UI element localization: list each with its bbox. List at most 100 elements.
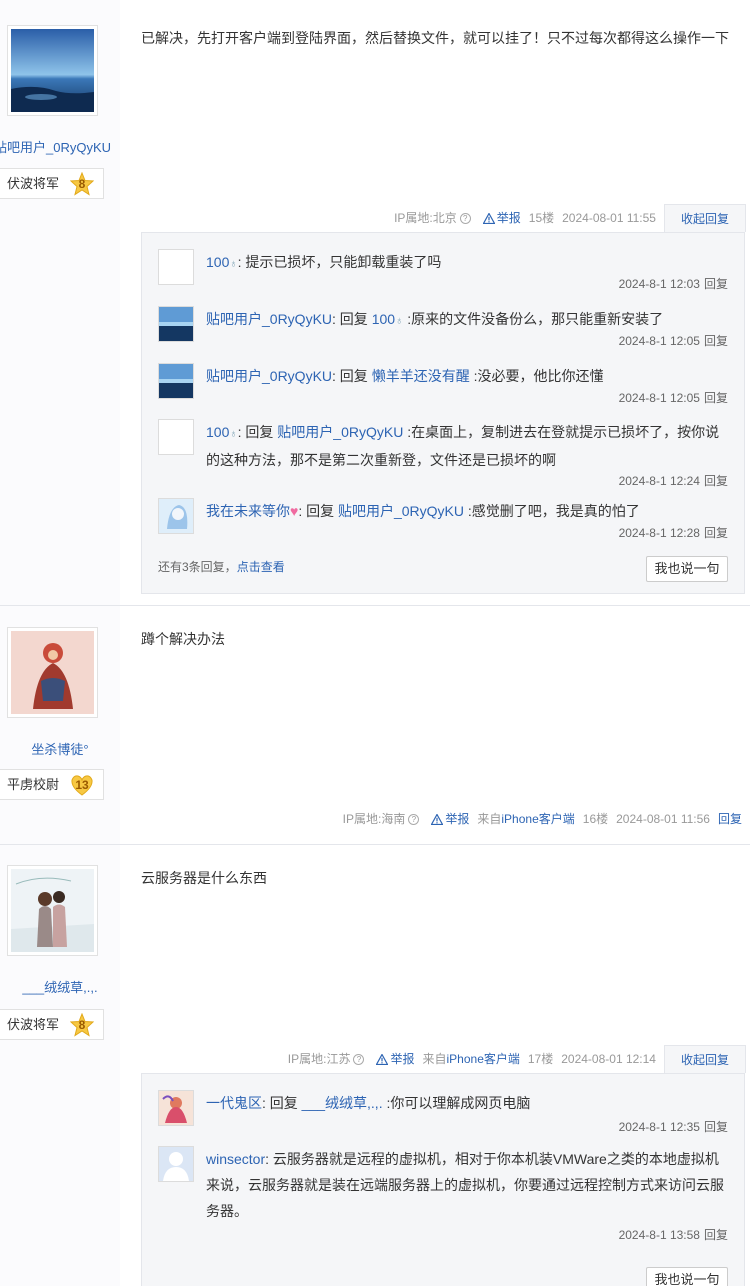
reply-avatar[interactable] — [158, 498, 194, 534]
reply-button[interactable]: 回复 — [704, 474, 728, 488]
reply-prefix: : 回复 — [332, 368, 372, 384]
level-number: 13 — [75, 778, 89, 792]
level-name: 平虏校尉 — [7, 777, 60, 792]
warning-triangle-icon — [375, 1053, 389, 1066]
reply-body: :感觉删了吧，我是真的怕了 — [464, 503, 640, 519]
heart-badge-icon: 13 — [70, 773, 94, 797]
reply-target[interactable]: 懒羊羊还没有醒 — [372, 368, 470, 384]
reply-time-row: 2024-8-1 12:24 回复 — [619, 472, 728, 489]
reply-avatar[interactable] — [158, 419, 194, 455]
source-client-link[interactable]: iPhone客户端 — [447, 1045, 520, 1073]
reply-author[interactable]: 一代鬼区 — [206, 1095, 262, 1111]
collapse-replies-button[interactable]: 收起回复 — [663, 204, 746, 232]
reply-author[interactable]: 贴吧用户_0RyQyKU — [206, 368, 332, 384]
level-badge[interactable]: 伏波将军 8 — [0, 168, 104, 199]
report-link[interactable]: 举报 — [430, 805, 469, 833]
report-label: 举报 — [496, 211, 521, 225]
list-item: 一代鬼区: 回复 ___绒绒草,.,. :你可以理解成网页电脑 2024-8-1… — [158, 1090, 728, 1142]
floor-number: 17楼 — [527, 1052, 554, 1066]
author-name[interactable]: ___绒绒草,.,. — [0, 977, 120, 996]
reply-button[interactable]: 回复 — [704, 1120, 728, 1134]
ip-location: IP属地:海南 — [342, 812, 406, 826]
source-client-link[interactable]: iPhone客户端 — [501, 805, 574, 833]
reply-author[interactable]: winsector — [206, 1151, 265, 1167]
say-something-button[interactable]: 我也说一句 — [646, 1267, 728, 1286]
post-meta: IP属地:海南? 举报 来自 iPhone客户端 16楼 2024-08-01 1… — [335, 805, 746, 833]
collapse-replies-button[interactable]: 收起回复 — [663, 1045, 746, 1073]
reply-time-row: 2024-8-1 13:58 回复 — [619, 1226, 728, 1243]
list-item: 100♁: 提示已损坏，只能卸载重装了吗 2024-8-1 12:03 回复 — [158, 249, 728, 301]
reply-button[interactable]: 回复 — [704, 391, 728, 405]
reply-time: 2024-8-1 12:35 — [618, 1120, 700, 1134]
avatar[interactable] — [7, 865, 98, 956]
reply-time: 2024-8-1 12:03 — [618, 277, 700, 291]
post-floor-15: 贴吧用户_0RyQyKU 伏波将军 8 已解决，先打开客户端到登陆界面，然后替换… — [0, 0, 750, 606]
avatar-lake-image — [11, 29, 94, 112]
question-circle-icon[interactable]: ? — [353, 1053, 365, 1065]
reply-text: 一代鬼区: 回复 ___绒绒草,.,. :你可以理解成网页电脑 — [206, 1090, 728, 1116]
avatar[interactable] — [7, 627, 98, 718]
ip-location: IP属地:江苏 — [287, 1052, 351, 1066]
reply-button[interactable]: 回复 — [704, 526, 728, 540]
reply-avatar[interactable] — [158, 249, 194, 285]
reply-target[interactable]: 贴吧用户_0RyQyKU — [338, 503, 464, 519]
reply-avatar[interactable] — [158, 306, 194, 342]
level-badge[interactable]: 伏波将军 8 — [0, 1009, 104, 1040]
avatar-couple-image — [11, 869, 94, 952]
question-circle-icon[interactable]: ? — [408, 813, 420, 825]
reply-author[interactable]: 100 — [206, 254, 229, 270]
level-badge[interactable]: 平虏校尉 13 — [0, 769, 104, 800]
reply-target[interactable]: ___绒绒草,.,. — [302, 1095, 383, 1111]
reply-target[interactable]: 100 — [372, 311, 395, 327]
reply-time-row: 2024-8-1 12:03 回复 — [619, 275, 728, 292]
list-item: 贴吧用户_0RyQyKU: 回复 100♁ :原来的文件没备份么，那只能重新安装… — [158, 306, 728, 358]
reply-time-row: 2024-8-1 12:35 回复 — [619, 1118, 728, 1135]
post-content: 云服务器是什么东西 — [141, 870, 267, 886]
reply-time: 2024-8-1 12:05 — [618, 391, 700, 405]
reply-author[interactable]: 贴吧用户_0RyQyKU — [206, 311, 332, 327]
reply-author[interactable]: 我在未来等你 — [206, 503, 290, 519]
reply-prefix: : 回复 — [262, 1095, 302, 1111]
report-label: 举报 — [390, 1052, 415, 1066]
reply-avatar[interactable] — [158, 363, 194, 399]
ring-icon: ♁ — [229, 258, 238, 270]
author-name[interactable]: 贴吧用户_0RyQyKU — [0, 137, 114, 156]
author-name[interactable]: 坐杀博徒° — [0, 739, 120, 758]
star-badge-icon: 8 — [69, 1012, 95, 1037]
reply-body: : 云服务器就是远程的虚拟机，相对于你本机装VMWare之类的本地虚拟机来说，云… — [206, 1151, 724, 1219]
list-item: 我在未来等你♥: 回复 贴吧用户_0RyQyKU :感觉删了吧，我是真的怕了 2… — [158, 498, 728, 550]
post-meta: IP属地:江苏? 举报 来自 iPhone客户端 17楼 2024-08-01 1… — [280, 1045, 746, 1073]
view-more-link[interactable]: 点击查看 — [237, 560, 285, 574]
reply-button[interactable]: 回复 — [718, 805, 742, 833]
reply-time: 2024-8-1 13:58 — [618, 1228, 700, 1242]
level-number: 8 — [78, 1018, 86, 1032]
more-replies-text: 还有3条回复， — [158, 560, 237, 574]
reply-panel: 100♁: 提示已损坏，只能卸载重装了吗 2024-8-1 12:03 回复 贴吧… — [141, 232, 745, 594]
reply-time: 2024-8-1 12:05 — [618, 334, 700, 348]
question-circle-icon[interactable]: ? — [459, 212, 471, 224]
more-replies: 还有3条回复，点击查看 — [158, 558, 285, 575]
reply-time: 2024-8-1 12:28 — [618, 526, 700, 540]
post-meta: IP属地:北京? 举报 15楼 2024-08-01 11:55 收起回复 — [386, 204, 746, 232]
reply-avatar[interactable] — [158, 1146, 194, 1182]
reply-author[interactable]: 100 — [206, 424, 229, 440]
reply-button[interactable]: 回复 — [704, 334, 728, 348]
post-floor-17: ___绒绒草,.,. 伏波将军 8 云服务器是什么东西 IP属地:江苏? 举报 … — [0, 845, 750, 1286]
avatar[interactable] — [7, 25, 98, 116]
reply-time-row: 2024-8-1 12:28 回复 — [619, 524, 728, 541]
reply-text: 贴吧用户_0RyQyKU: 回复 100♁ :原来的文件没备份么，那只能重新安装… — [206, 306, 728, 334]
reply-prefix: : 回复 — [298, 503, 338, 519]
report-link[interactable]: 举报 — [375, 1045, 415, 1073]
reply-target[interactable]: 贴吧用户_0RyQyKU — [277, 424, 403, 440]
star-badge-icon: 8 — [69, 171, 95, 196]
reply-time: 2024-8-1 12:24 — [618, 474, 700, 488]
list-item: 贴吧用户_0RyQyKU: 回复 懒羊羊还没有醒 :没必要，他比你还懂 2024… — [158, 363, 728, 415]
reply-button[interactable]: 回复 — [704, 277, 728, 291]
level-number: 8 — [78, 177, 86, 191]
reply-prefix: : 回复 — [237, 424, 278, 440]
warning-triangle-icon — [430, 813, 444, 826]
reply-avatar[interactable] — [158, 1090, 194, 1126]
report-link[interactable]: 举报 — [482, 204, 521, 232]
say-something-button[interactable]: 我也说一句 — [646, 556, 728, 582]
reply-button[interactable]: 回复 — [704, 1228, 728, 1242]
